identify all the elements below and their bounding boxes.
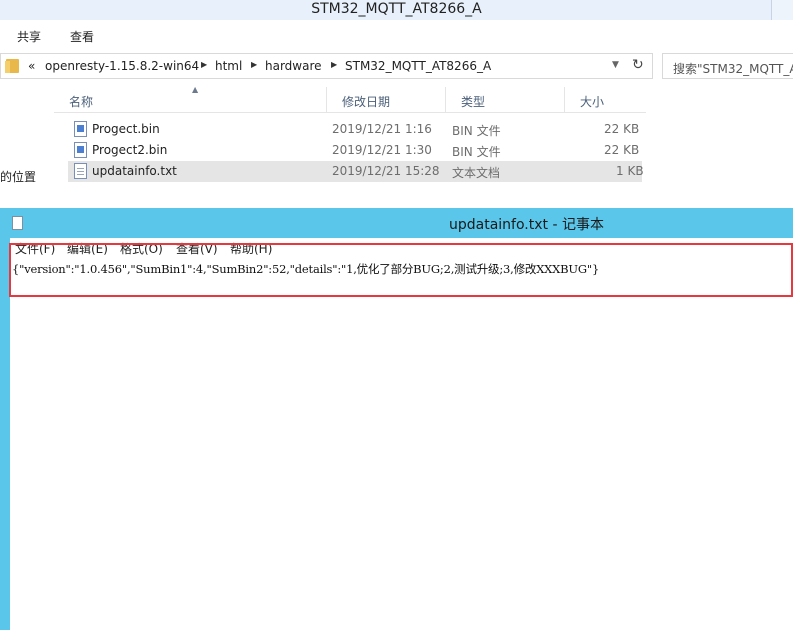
column-header-type[interactable]: 类型 — [446, 87, 565, 113]
file-row-selected[interactable]: updatainfo.txt 2019/12/21 15:28 文本文档 1 K… — [68, 161, 644, 182]
address-bar[interactable]: « openresty-1.15.8.2-win64 ▶ html ▶ hard… — [0, 53, 653, 79]
annotation-highlight-box — [9, 243, 793, 297]
address-dropdown-icon[interactable]: ▼ — [612, 60, 619, 70]
breadcrumb-item[interactable]: hardware — [265, 59, 322, 73]
breadcrumb-item[interactable]: STM32_MQTT_AT8266_A — [345, 59, 491, 73]
text-file-icon — [74, 163, 87, 179]
breadcrumb-arrow-icon[interactable]: ▶ — [201, 60, 207, 69]
explorer-title: STM32_MQTT_AT8266_A — [311, 1, 482, 17]
file-date: 2019/12/21 15:28 — [332, 164, 440, 178]
breadcrumb-arrow-icon[interactable]: ▶ — [331, 60, 337, 69]
file-name: Progect2.bin — [92, 143, 168, 157]
explorer-title-bar[interactable]: STM32_MQTT_AT8266_A — [0, 0, 793, 20]
file-name: Progect.bin — [92, 122, 160, 136]
refresh-icon[interactable]: ↻ — [632, 57, 644, 73]
notepad-title-bar[interactable]: updatainfo.txt - 记事本 — [0, 208, 793, 238]
file-size: 1 KB — [616, 164, 644, 178]
file-list-header: ▲ 名称 修改日期 类型 大小 — [54, 85, 646, 113]
folder-icon — [5, 59, 19, 73]
nav-pane-label[interactable]: 的位置 — [0, 168, 36, 185]
file-row[interactable]: Progect.bin 2019/12/21 1:16 BIN 文件 22 KB — [68, 119, 642, 140]
file-date: 2019/12/21 1:16 — [332, 122, 432, 136]
file-name: updatainfo.txt — [92, 164, 177, 178]
column-header-date[interactable]: 修改日期 — [327, 87, 446, 113]
column-header-name[interactable]: 名称 — [54, 87, 327, 113]
ribbon-tab-share[interactable]: 共享 — [17, 28, 41, 45]
file-row[interactable]: Progect2.bin 2019/12/21 1:30 BIN 文件 22 K… — [68, 140, 642, 161]
file-size: 22 KB — [604, 122, 640, 136]
notepad-title: updatainfo.txt - 记事本 — [449, 217, 604, 233]
breadcrumb-item[interactable]: openresty-1.15.8.2-win64 — [45, 59, 199, 73]
search-input[interactable]: 搜索"STM32_MQTT_A — [662, 53, 793, 79]
ribbon-tab-view[interactable]: 查看 — [70, 28, 94, 45]
window-control-button[interactable] — [771, 0, 793, 20]
notepad-icon[interactable] — [12, 216, 23, 230]
file-type: BIN 文件 — [452, 124, 501, 138]
breadcrumb-arrow-icon[interactable]: ▶ — [251, 60, 257, 69]
column-header-size[interactable]: 大小 — [565, 87, 646, 113]
file-size: 22 KB — [604, 143, 640, 157]
breadcrumb-item[interactable]: html — [215, 59, 242, 73]
bin-file-icon — [74, 121, 87, 137]
breadcrumb-overflow[interactable]: « — [28, 59, 35, 73]
search-placeholder: 搜索"STM32_MQTT_A — [673, 62, 793, 76]
file-type: BIN 文件 — [452, 145, 501, 159]
explorer-ribbon-tabs: 共享 查看 — [0, 21, 793, 48]
file-date: 2019/12/21 1:30 — [332, 143, 432, 157]
bin-file-icon — [74, 142, 87, 158]
file-type: 文本文档 — [452, 166, 501, 180]
